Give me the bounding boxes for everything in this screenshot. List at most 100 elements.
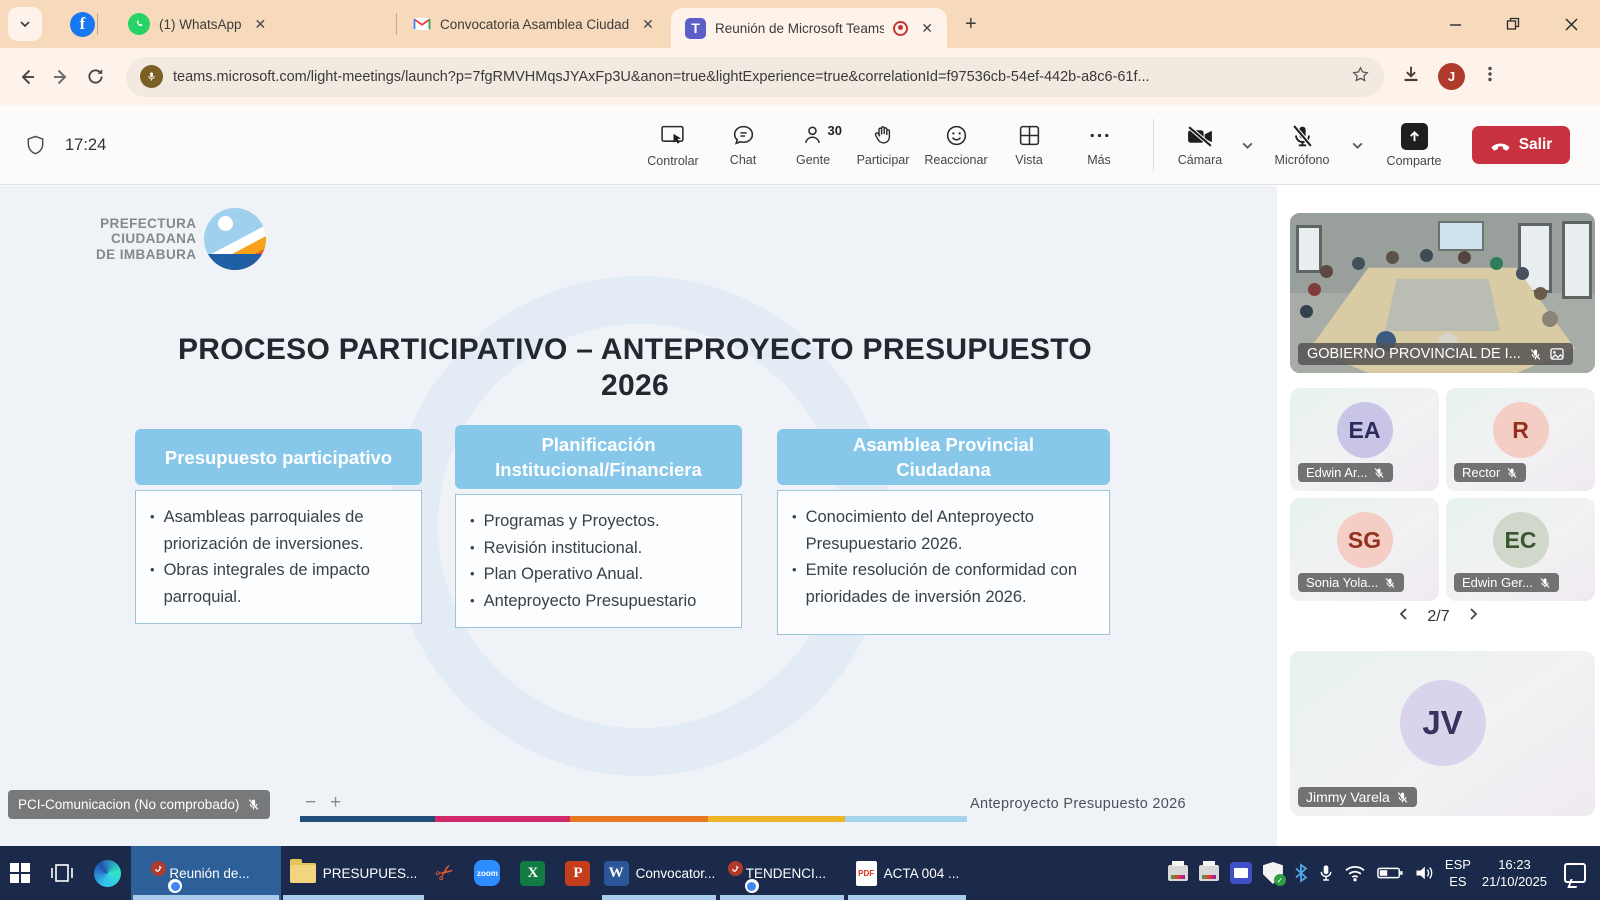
taskbar-snipping-tool[interactable]: ✂ bbox=[426, 846, 464, 900]
participant-name-label: Sonia Yola... bbox=[1298, 573, 1404, 592]
pager-prev-icon[interactable] bbox=[1397, 607, 1411, 626]
folder-icon bbox=[290, 863, 316, 883]
participant-tile[interactable]: R Rector bbox=[1446, 388, 1595, 491]
tab-separator bbox=[97, 13, 98, 35]
tab-teams-active[interactable]: T Reunión de Microsoft Teams ✕ bbox=[671, 8, 947, 48]
taskbar-folder[interactable]: PRESUPUES... bbox=[281, 846, 426, 900]
participant-name-label: Edwin Ger... bbox=[1454, 573, 1559, 592]
person bbox=[1516, 267, 1529, 280]
tray-mic-icon[interactable] bbox=[1319, 863, 1333, 883]
column-header: Planificación Institucional/Financiera bbox=[455, 425, 742, 489]
chat-button[interactable]: Chat bbox=[708, 105, 778, 185]
taskbar-word[interactable]: W Convocator... bbox=[600, 846, 718, 900]
taskbar-powerpoint[interactable]: P bbox=[555, 846, 600, 900]
shield-icon bbox=[24, 133, 47, 158]
camera-button[interactable]: Cámara bbox=[1168, 105, 1232, 185]
windows-logo-icon bbox=[10, 863, 30, 883]
shared-presentation: PREFECTURA CIUDADANA DE IMBABURA PROCESO… bbox=[0, 186, 1277, 846]
profile-avatar[interactable]: J bbox=[1438, 63, 1465, 90]
taskbar-chrome-tendenci[interactable]: J TENDENCI... bbox=[718, 846, 846, 900]
view-button[interactable]: Vista bbox=[994, 105, 1064, 185]
logo-emblem-icon bbox=[204, 208, 266, 270]
whatsapp-icon bbox=[128, 13, 150, 35]
zoom-in-button[interactable]: + bbox=[330, 792, 341, 814]
participant-tile[interactable]: EC Edwin Ger... bbox=[1446, 498, 1595, 601]
presenter-status-pill: PCI-Comunicacion (No comprobado) bbox=[8, 790, 270, 819]
room-video-tile[interactable]: GOBIERNO PROVINCIAL DE I... bbox=[1290, 213, 1595, 373]
taskbar-edge[interactable] bbox=[84, 846, 131, 900]
facebook-pinned-tab[interactable]: f bbox=[70, 12, 95, 37]
mic-off-icon bbox=[1529, 348, 1542, 361]
bookmark-star-icon[interactable] bbox=[1351, 65, 1370, 89]
tab-search-button[interactable] bbox=[8, 7, 42, 41]
url-text[interactable]: teams.microsoft.com/light-meetings/launc… bbox=[173, 69, 1343, 85]
spotlight-tile[interactable]: JV Jimmy Varela bbox=[1290, 651, 1595, 816]
mic-button[interactable]: Micrófono bbox=[1262, 105, 1342, 185]
person bbox=[1352, 257, 1365, 270]
tab-close-icon[interactable]: ✕ bbox=[638, 16, 658, 33]
tab-close-icon[interactable]: ✕ bbox=[917, 20, 937, 37]
battery-icon[interactable] bbox=[1377, 866, 1403, 880]
defender-icon[interactable]: ✓ bbox=[1263, 862, 1283, 884]
wifi-icon[interactable] bbox=[1344, 864, 1366, 882]
react-button[interactable]: Reaccionar bbox=[918, 105, 994, 185]
leave-button[interactable]: Salir bbox=[1472, 126, 1570, 164]
people-button[interactable]: 30 Gente bbox=[778, 105, 848, 185]
pdf-icon: PDF bbox=[856, 861, 877, 886]
more-button[interactable]: Más bbox=[1064, 105, 1134, 185]
new-tab-button[interactable]: + bbox=[965, 13, 977, 36]
participant-name-label: Jimmy Varela bbox=[1298, 787, 1417, 807]
download-icon[interactable] bbox=[1400, 63, 1422, 90]
printer-icon[interactable] bbox=[1168, 865, 1188, 881]
bullet-item: •Emite resolución de conformidad con pri… bbox=[792, 557, 1099, 610]
taskbar-zoom[interactable]: zoom bbox=[464, 846, 510, 900]
room-table-center bbox=[1385, 279, 1500, 331]
share-button[interactable]: Comparte bbox=[1372, 105, 1456, 185]
participant-tile[interactable]: EA Edwin Ar... bbox=[1290, 388, 1439, 491]
prefectura-logo: PREFECTURA CIUDADANA DE IMBABURA bbox=[96, 208, 266, 270]
forward-button[interactable] bbox=[44, 60, 78, 94]
zoom-out-button[interactable]: − bbox=[305, 792, 316, 814]
language-indicator[interactable]: ESP ES bbox=[1445, 856, 1471, 890]
open-app-underline bbox=[720, 895, 844, 900]
task-view-button[interactable] bbox=[40, 846, 84, 900]
participant-tile[interactable]: SG Sonia Yola... bbox=[1290, 498, 1439, 601]
restore-button[interactable] bbox=[1484, 0, 1542, 48]
close-button[interactable] bbox=[1542, 0, 1600, 48]
monitor-cursor-icon bbox=[660, 123, 687, 149]
tab-gmail[interactable]: Convocatoria Asamblea Ciudad ✕ bbox=[399, 0, 671, 48]
mic-off-icon bbox=[1384, 577, 1396, 589]
url-bar[interactable]: teams.microsoft.com/light-meetings/launc… bbox=[126, 57, 1384, 97]
start-button[interactable] bbox=[0, 846, 40, 900]
column-body: •Conocimiento del Anteproyecto Presupues… bbox=[777, 490, 1110, 635]
taskbar-excel[interactable]: X bbox=[510, 846, 555, 900]
smiley-icon bbox=[944, 123, 969, 148]
mic-options-chevron[interactable] bbox=[1342, 105, 1372, 185]
pager-next-icon[interactable] bbox=[1466, 607, 1480, 626]
control-button[interactable]: Controlar bbox=[638, 105, 708, 185]
taskbar-pdf[interactable]: PDF ACTA 004 ... bbox=[846, 846, 968, 900]
reload-button[interactable] bbox=[78, 60, 112, 94]
word-icon: W bbox=[604, 861, 629, 886]
tab-close-icon[interactable]: ✕ bbox=[251, 16, 271, 33]
chat-icon bbox=[731, 123, 756, 148]
button-label: Vista bbox=[1015, 153, 1043, 167]
clock[interactable]: 16:23 21/10/2025 bbox=[1482, 856, 1547, 890]
notification-center-icon[interactable] bbox=[1564, 863, 1586, 883]
camera-options-chevron[interactable] bbox=[1232, 105, 1262, 185]
tab-label: Reunión de Microsoft Teams bbox=[715, 21, 884, 36]
minimize-button[interactable] bbox=[1426, 0, 1484, 48]
blue-app-icon[interactable] bbox=[1230, 862, 1252, 884]
bluetooth-icon[interactable] bbox=[1294, 863, 1308, 883]
tab-whatsapp[interactable]: (1) WhatsApp ✕ bbox=[114, 0, 394, 48]
printer-icon[interactable] bbox=[1199, 865, 1219, 881]
toolbar-right: J bbox=[1400, 63, 1499, 90]
raise-hand-button[interactable]: Participar bbox=[848, 105, 918, 185]
taskbar-chrome-meeting[interactable]: J Reunión de... bbox=[131, 846, 281, 900]
profile-badge: J bbox=[725, 858, 745, 878]
volume-icon[interactable] bbox=[1414, 864, 1434, 882]
back-button[interactable] bbox=[10, 60, 44, 94]
mic-off-icon bbox=[1373, 467, 1385, 479]
browser-menu-icon[interactable] bbox=[1481, 65, 1499, 88]
mic-permission-icon[interactable] bbox=[140, 65, 163, 88]
